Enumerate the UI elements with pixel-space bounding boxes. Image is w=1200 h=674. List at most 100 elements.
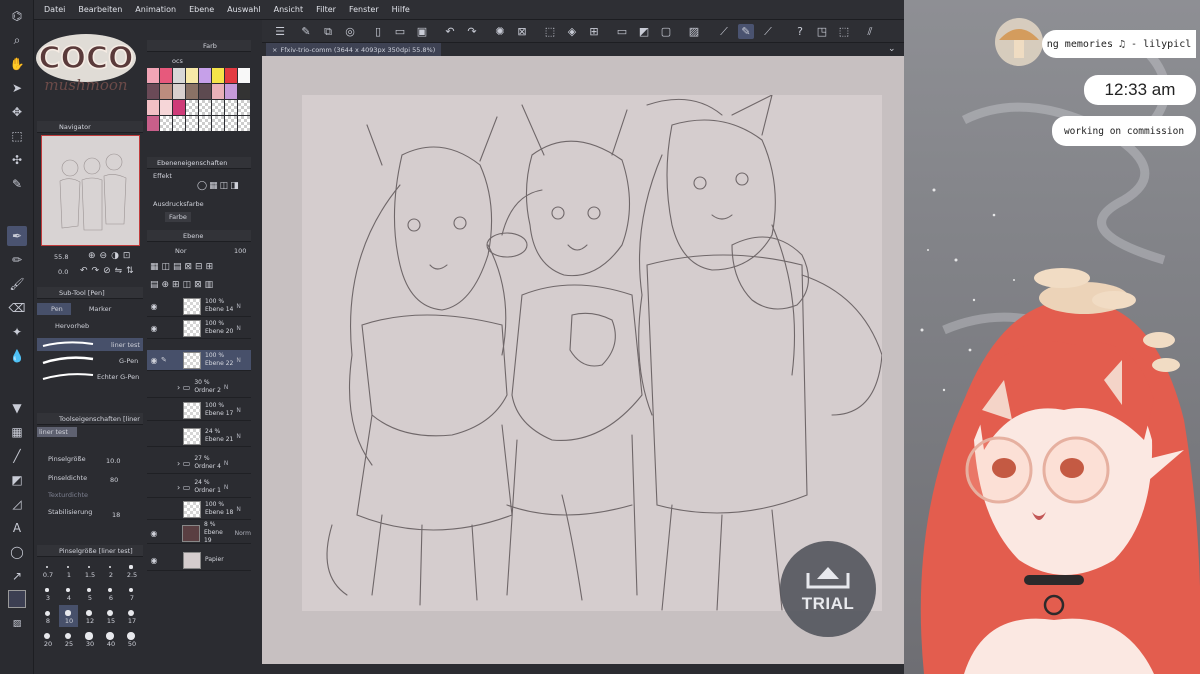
layer-visibility-eye-icon[interactable]: ◉ (147, 302, 161, 311)
blend-mode-dropdown[interactable]: Nor (175, 247, 187, 255)
frame-tool-icon[interactable]: ◩ (7, 470, 27, 490)
color-swatch[interactable] (238, 100, 250, 115)
vector-icon[interactable]: ⫽ (862, 24, 878, 39)
subtool-brush-liner-test[interactable]: liner test (37, 338, 143, 351)
document-tab[interactable]: × Ffxiv-trio-comm (3644 x 4093px 350dpi … (266, 43, 442, 56)
crop-icon[interactable]: ⊞ (586, 24, 602, 39)
color-swatch[interactable] (160, 68, 172, 83)
open-folder-icon[interactable]: ▭ (392, 24, 408, 39)
brush-size-dot-icon[interactable] (106, 632, 114, 640)
brush-size-value[interactable]: 10.0 (106, 457, 120, 465)
brush-size-dot-icon[interactable] (86, 587, 92, 593)
brush-size-dot-icon[interactable] (45, 588, 49, 592)
layer-action-icons[interactable]: ▤⊕⊞◫⊠▥ (150, 280, 216, 290)
layer-visibility-eye-icon[interactable]: ◉ (147, 529, 161, 538)
move-tool-icon[interactable]: ✥ (7, 102, 27, 122)
quick-access-icon[interactable]: ⬚ (836, 24, 852, 39)
color-set-panel-header[interactable]: Farb (147, 40, 251, 52)
save-icon[interactable]: ▣ (414, 24, 430, 39)
zoom-tool-icon[interactable]: ⌕ (7, 30, 27, 50)
canvas-collapse-chevron-icon[interactable]: ⌄ (888, 44, 896, 54)
brush-size-dot-icon[interactable] (107, 587, 113, 593)
brush-size-dot-icon[interactable] (108, 565, 112, 569)
brush-size-dot-icon[interactable] (85, 632, 93, 640)
pen-snap-icon[interactable]: ✎ (738, 24, 754, 39)
navigator-rotate-controls-icon[interactable]: ↶↷⊘⇋⇅ (80, 266, 138, 276)
balloon-tool-icon[interactable]: ◯ (7, 542, 27, 562)
pen-tool-icon[interactable]: ✒ (7, 226, 27, 246)
expression-color-dropdown[interactable]: Farbe (165, 212, 191, 222)
subtool-group-label[interactable]: Hervorheb (55, 322, 89, 330)
brush-size-dot-icon[interactable] (129, 565, 133, 569)
color-swatch[interactable] (173, 100, 185, 115)
subtool-brush-echter-g-pen[interactable]: Echter G-Pen (37, 370, 143, 383)
brush-size-dot-icon[interactable] (65, 610, 71, 616)
layer-properties-panel-header[interactable]: Ebeneneigenschaften (147, 157, 251, 169)
color-swatch[interactable] (199, 84, 211, 99)
selection-invert-icon[interactable]: ◩ (636, 24, 652, 39)
brush-size-dot-icon[interactable] (86, 610, 92, 616)
selection-fill-icon[interactable]: ▢ (658, 24, 674, 39)
eyedropper-tool-icon[interactable]: ✎ (7, 174, 27, 194)
target-icon[interactable]: ◎ (342, 24, 358, 39)
layer-folder-icon[interactable]: › ▭ (177, 483, 190, 492)
ruler-snap-icon[interactable]: ⟋ (716, 24, 732, 39)
brush-size-dot-icon[interactable] (87, 565, 91, 569)
layer-row[interactable]: ◉ Papier (147, 550, 251, 571)
layer-visibility-eye-icon[interactable]: ◉ (147, 556, 161, 565)
menu-hilfe[interactable]: Hilfe (392, 5, 410, 14)
layer-row[interactable]: › ▭ 30 % Ordner 2N (147, 377, 251, 398)
layer-row[interactable]: › ▭ 27 % Ordner 4N (147, 453, 251, 474)
layer-lock-icons[interactable]: ▦◫▤⊠⊟⊞ (150, 262, 216, 272)
auto-select-tool-icon[interactable]: ✣ (7, 150, 27, 170)
color-swatch[interactable] (173, 84, 185, 99)
brush-tool-icon[interactable]: 🖌 (7, 274, 27, 294)
operation-tool-icon[interactable]: ➤ (7, 78, 27, 98)
layer-opacity-value[interactable]: 100 (234, 247, 246, 255)
new-canvas-icon[interactable]: ✎ (298, 24, 314, 39)
layer-row[interactable]: ◉ 8 % Ebene 19 Norm (147, 521, 251, 544)
ruler-tool-icon[interactable]: ◿ (7, 494, 27, 514)
brush-size-dot-icon[interactable] (43, 632, 51, 640)
color-swatch[interactable] (186, 116, 198, 131)
brush-size-dot-icon[interactable] (127, 609, 135, 617)
layer-folder-icon[interactable]: › ▭ (177, 383, 190, 392)
hand-tool-icon[interactable]: ✋ (7, 54, 27, 74)
brush-size-dot-icon[interactable] (66, 588, 70, 592)
decoration-tool-icon[interactable]: ✦ (7, 322, 27, 342)
color-swatch[interactable] (186, 68, 198, 83)
color-swatch[interactable] (199, 68, 211, 83)
navigator-zoom-controls-icon[interactable]: ⊕⊖◑⊡ (88, 251, 134, 261)
menu-icon[interactable]: ☰ (272, 24, 288, 39)
color-swatch[interactable] (199, 100, 211, 115)
layer-row[interactable]: 100 % Ebene 18 N (147, 499, 251, 520)
navigator-panel-header[interactable]: Navigator (37, 121, 143, 133)
brush-size-panel-header[interactable]: Pinselgröße [liner test] (37, 545, 143, 557)
transform-icon[interactable]: ⬚ (542, 24, 558, 39)
color-swatch[interactable] (238, 68, 250, 83)
color-swatch[interactable] (173, 116, 185, 131)
help-icon[interactable]: ? (792, 24, 808, 39)
menu-animation[interactable]: Animation (135, 5, 176, 14)
layer-row[interactable]: ◉ 100 % Ebene 14 N (147, 296, 251, 317)
brush-size-dot-icon[interactable] (66, 565, 70, 569)
layer-visibility-eye-icon[interactable]: ◉ (147, 324, 161, 333)
color-swatch[interactable] (212, 100, 224, 115)
snap-icon[interactable]: ▨ (686, 24, 702, 39)
fill-icon[interactable]: ◈ (564, 24, 580, 39)
color-swatch[interactable] (147, 68, 159, 83)
brush-size-dot-icon[interactable] (127, 632, 135, 640)
color-swatch[interactable] (212, 68, 224, 83)
brush-size-dot-icon[interactable] (64, 632, 72, 640)
menu-fenster[interactable]: Fenster (349, 5, 379, 14)
color-swatch[interactable] (186, 100, 198, 115)
artboard[interactable] (302, 93, 883, 611)
color-swatch[interactable] (160, 100, 172, 115)
menu-ansicht[interactable]: Ansicht (274, 5, 304, 14)
menu-bearbeiten[interactable]: Bearbeiten (78, 5, 122, 14)
correct-line-tool-icon[interactable]: ↗ (7, 566, 27, 586)
tool-swap-icon[interactable]: ◳ (814, 24, 830, 39)
redo-icon[interactable]: ↷ (464, 24, 480, 39)
document-tab-close-icon[interactable]: × (272, 46, 277, 54)
color-set-name[interactable]: ocs (172, 57, 183, 65)
